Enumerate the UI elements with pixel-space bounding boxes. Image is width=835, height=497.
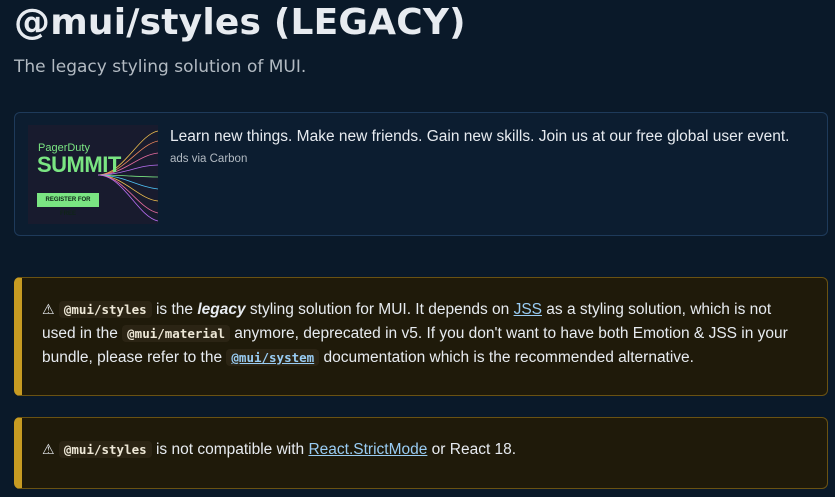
callout-emphasis: legacy xyxy=(197,301,246,318)
page-subtitle: The legacy styling solution of MUI. xyxy=(14,57,307,77)
carbon-ad[interactable]: PagerDuty SUMMIT REGISTER FOR FREE Learn… xyxy=(14,112,828,236)
code-mui-system[interactable]: @mui/system xyxy=(226,349,320,366)
callout-text: is the xyxy=(151,301,198,318)
callout-text: documentation which is the recommended a… xyxy=(319,349,695,366)
react-strictmode-link[interactable]: React.StrictMode xyxy=(308,441,427,458)
warning-callout-strictmode: ⚠ @mui/styles is not compatible with Rea… xyxy=(14,417,828,489)
ad-text-link[interactable]: Learn new things. Make new friends. Gain… xyxy=(170,126,820,148)
warning-callout-legacy: ⚠ @mui/styles is the legacy styling solu… xyxy=(14,277,828,396)
callout-text: or React 18. xyxy=(427,441,517,458)
ad-cta: REGISTER FOR FREE xyxy=(37,193,99,217)
ad-headline: SUMMIT xyxy=(37,152,121,177)
mui-system-link[interactable]: @mui/system xyxy=(226,349,320,366)
ad-via-link[interactable]: ads via Carbon xyxy=(170,153,247,165)
code-mui-styles: @mui/styles xyxy=(58,441,152,458)
warning-icon: ⚠ xyxy=(42,302,55,318)
code-mui-material: @mui/material xyxy=(122,325,230,342)
jss-link[interactable]: JSS xyxy=(514,301,542,318)
callout-text: is not compatible with xyxy=(151,441,309,458)
code-mui-styles: @mui/styles xyxy=(58,301,152,318)
page-title: @mui/styles (LEGACY) xyxy=(14,2,466,43)
ad-image[interactable]: PagerDuty SUMMIT REGISTER FOR FREE xyxy=(28,125,158,224)
callout-text: styling solution for MUI. It depends on xyxy=(245,301,514,318)
warning-icon: ⚠ xyxy=(42,442,55,458)
